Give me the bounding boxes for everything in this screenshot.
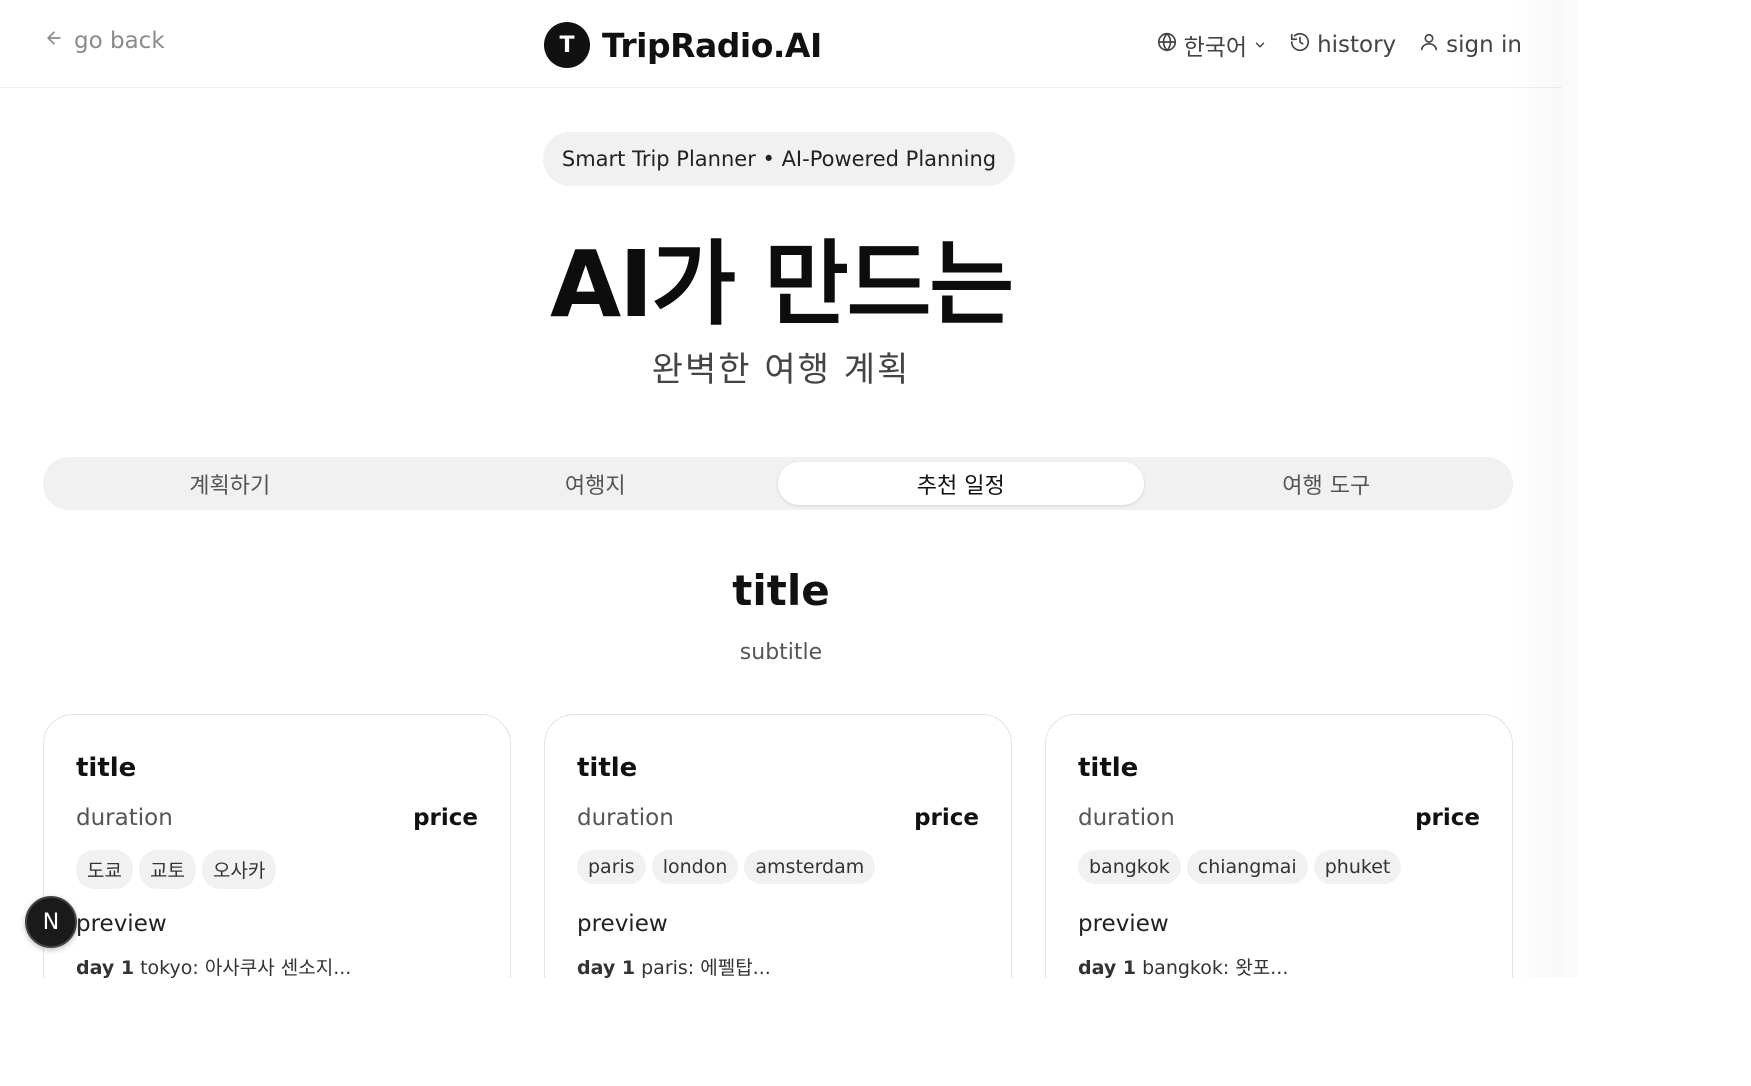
tab-recommended-itineraries[interactable]: 추천 일정 xyxy=(778,462,1144,505)
destination-tag: chiangmai xyxy=(1186,850,1308,884)
card-tags: bangkok chiangmai phuket xyxy=(1078,850,1402,884)
card-tags: paris london amsterdam xyxy=(577,850,876,884)
card-price: price xyxy=(1415,805,1480,831)
destination-tag: paris xyxy=(577,850,646,884)
globe-icon xyxy=(1156,31,1178,59)
card-title: title xyxy=(1078,753,1139,783)
hero-title: AI가 만드는 xyxy=(549,231,1014,338)
dev-tools-button[interactable]: N xyxy=(25,896,77,948)
section-subtitle: subtitle xyxy=(739,640,823,665)
hero-subtitle: 완벽한 여행 계획 xyxy=(651,350,911,390)
card-day-preview: day 1 tokyo: 아사쿠사 센소지... xyxy=(76,953,351,978)
card-preview-heading: preview xyxy=(76,911,167,937)
card-price: price xyxy=(413,805,478,831)
destination-tag: 오사카 xyxy=(201,850,277,889)
destination-tag: london xyxy=(651,850,739,884)
card-preview-heading: preview xyxy=(577,911,668,937)
header-nav: 한국어 history sign in xyxy=(1156,28,1522,62)
itinerary-card[interactable]: title duration price 도쿄 교토 오사카 preview d… xyxy=(43,714,511,978)
day-label: day 1 xyxy=(1078,957,1137,978)
card-duration: duration xyxy=(577,805,674,831)
day-text: tokyo: 아사쿠사 센소지... xyxy=(140,957,352,978)
brand-name: TripRadio.AI xyxy=(602,25,822,65)
card-title: title xyxy=(577,753,638,783)
day-text: bangkok: 왓포... xyxy=(1142,957,1289,978)
destination-tag: 도쿄 xyxy=(76,850,133,889)
itinerary-card[interactable]: title duration price bangkok chiangmai p… xyxy=(1045,714,1513,978)
language-selector[interactable]: 한국어 xyxy=(1156,28,1267,62)
brand-logo[interactable]: T TripRadio.AI xyxy=(544,22,822,68)
go-back-button[interactable]: go back xyxy=(44,28,165,54)
day-label: day 1 xyxy=(76,957,135,978)
card-tags: 도쿄 교토 오사카 xyxy=(76,850,277,889)
card-day-preview: day 1 bangkok: 왓포... xyxy=(1078,953,1288,978)
card-preview-heading: preview xyxy=(1078,911,1169,937)
history-icon xyxy=(1289,31,1311,59)
arrow-left-icon xyxy=(44,28,64,54)
sign-in-link[interactable]: sign in xyxy=(1418,31,1522,59)
scrollbar-track[interactable] xyxy=(1562,0,1577,978)
section-title: title xyxy=(732,566,830,615)
page-viewport: go back T TripRadio.AI 한국어 history sign … xyxy=(0,0,1577,978)
card-day-preview: day 1 paris: 에펠탑... xyxy=(577,953,771,978)
destination-tag: amsterdam xyxy=(744,850,876,884)
destination-tag: phuket xyxy=(1313,850,1402,884)
user-icon xyxy=(1418,31,1440,59)
top-header: go back T TripRadio.AI 한국어 history sign … xyxy=(0,0,1562,88)
hero-badge: Smart Trip Planner • AI-Powered Planning xyxy=(543,132,1015,186)
history-link[interactable]: history xyxy=(1289,31,1396,59)
history-label: history xyxy=(1317,32,1397,58)
tab-destinations[interactable]: 여행지 xyxy=(413,462,779,505)
main-tabs: 계획하기 여행지 추천 일정 여행 도구 xyxy=(43,457,1513,510)
language-label: 한국어 xyxy=(1183,35,1248,61)
tab-travel-tools[interactable]: 여행 도구 xyxy=(1144,462,1510,505)
tab-plan[interactable]: 계획하기 xyxy=(47,462,413,505)
chevron-down-icon xyxy=(1253,32,1267,58)
day-text: paris: 에펠탑... xyxy=(641,957,771,978)
card-duration: duration xyxy=(76,805,173,831)
itinerary-card[interactable]: title duration price paris london amster… xyxy=(544,714,1012,978)
card-title: title xyxy=(76,753,137,783)
brand-mark-icon: T xyxy=(544,22,590,68)
day-label: day 1 xyxy=(577,957,636,978)
card-price: price xyxy=(914,805,979,831)
destination-tag: bangkok xyxy=(1078,850,1181,884)
go-back-label: go back xyxy=(74,28,165,54)
destination-tag: 교토 xyxy=(138,850,196,889)
card-duration: duration xyxy=(1078,805,1175,831)
